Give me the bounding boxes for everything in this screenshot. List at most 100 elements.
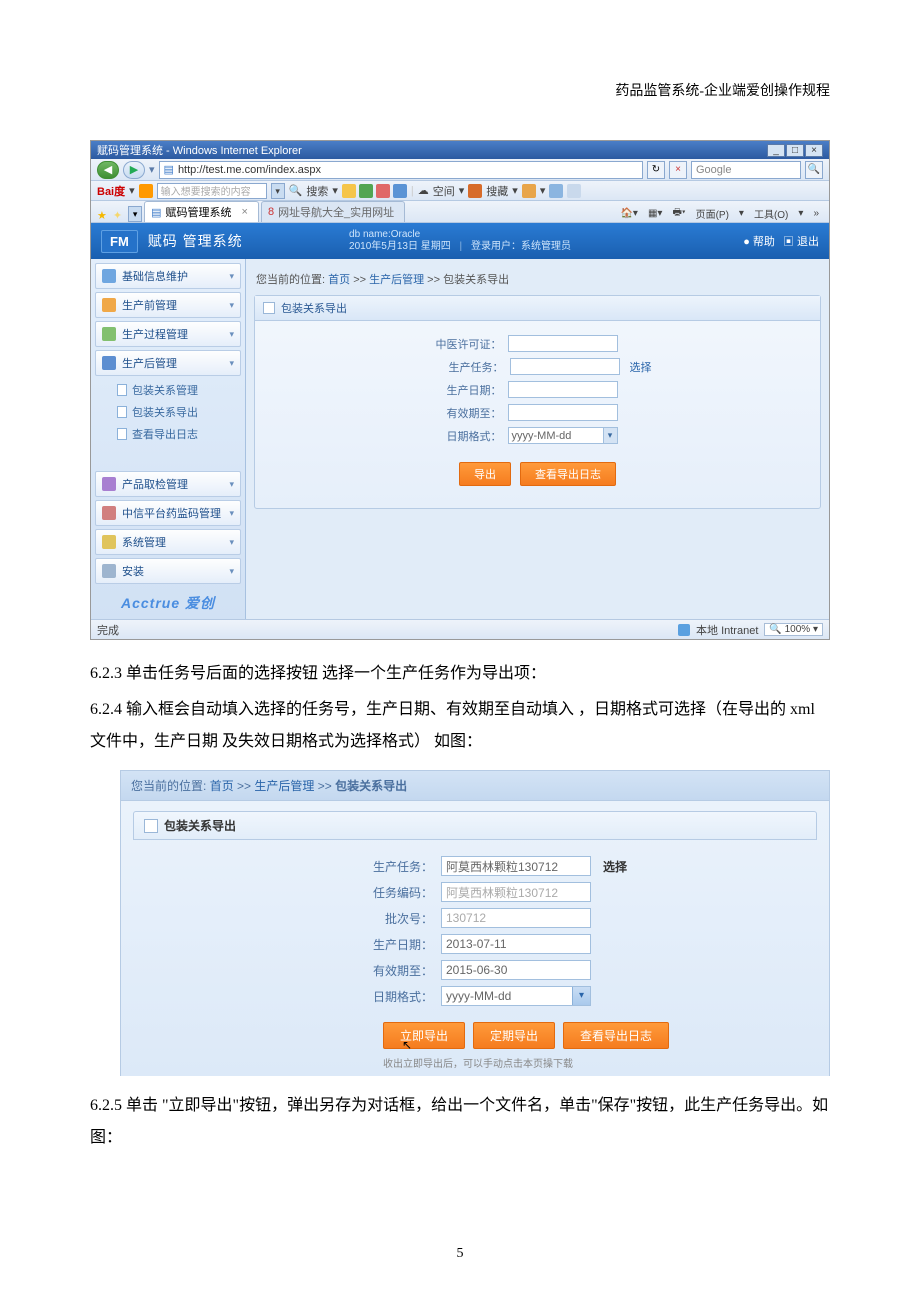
doc-icon	[117, 406, 127, 418]
sidebar-item-sample[interactable]: 产品取检管理	[95, 471, 241, 497]
panel-title: 包装关系导出	[164, 817, 236, 834]
sidebar-item-platform[interactable]: 中信平台药监码管理	[95, 500, 241, 526]
task-input[interactable]	[510, 358, 620, 375]
zoom-level[interactable]: 🔍 100% ▾	[764, 623, 823, 636]
batch-label: 批次号：	[363, 910, 433, 927]
db-name: db name:Oracle	[349, 229, 571, 241]
task-code-input[interactable]: 阿莫西林颗粒130712	[441, 882, 591, 902]
sidebar-item-system[interactable]: 系统管理	[95, 529, 241, 555]
license-input[interactable]	[508, 335, 618, 352]
dropdown-icon[interactable]: ▾	[459, 184, 465, 197]
folder-icon	[102, 327, 116, 341]
date-fmt-select[interactable]: yyyy-MM-dd ▾	[508, 427, 618, 444]
feed-icon[interactable]: ▦▾	[644, 208, 666, 219]
sidebar-item-basic-info[interactable]: 基础信息维护	[95, 263, 241, 289]
sidebar-item-process[interactable]: 生产过程管理	[95, 321, 241, 347]
sidebar-sub-pack-export[interactable]: 包装关系导出	[95, 401, 241, 423]
toolbar-icon[interactable]	[393, 184, 407, 198]
prod-date-label: 生产日期：	[422, 382, 502, 398]
forward-button[interactable]: ▶	[123, 161, 145, 179]
toolbar-icon[interactable]	[567, 184, 581, 198]
brand-logo: Acctrue 爱创	[95, 587, 241, 619]
dropdown-icon[interactable]: ▾	[603, 428, 617, 443]
help-button[interactable]: ● 帮助	[743, 233, 775, 249]
window-titlebar: 赋码管理系统 - Windows Internet Explorer _ □ ×	[91, 141, 829, 159]
view-log-button[interactable]: 查看导出日志	[520, 462, 616, 486]
task-code-label: 任务编码：	[363, 884, 433, 901]
toolbar-icon[interactable]	[376, 184, 390, 198]
refresh-button[interactable]: ↻	[647, 161, 665, 179]
task-input[interactable]: 阿莫西林颗粒130712	[441, 856, 591, 876]
toolbar-icon[interactable]	[342, 184, 356, 198]
prod-date-input[interactable]: 2013-07-11	[441, 934, 591, 954]
tab-active[interactable]: ▤ 赋码管理系统 ×	[144, 201, 259, 222]
baidu-space-label[interactable]: 空间	[433, 183, 455, 199]
logout-button[interactable]: ▣ 退出	[783, 233, 819, 249]
baidu-search-input[interactable]: 输入想要搜索的内容	[157, 183, 267, 199]
export-button[interactable]: 导出	[459, 462, 511, 486]
search-button[interactable]: 🔍	[805, 161, 823, 179]
prod-date-input[interactable]	[508, 381, 618, 398]
favorites-icon[interactable]: ★	[97, 209, 107, 222]
minimize-button[interactable]: _	[767, 144, 785, 157]
baidu-search-label[interactable]: 搜索	[306, 183, 328, 199]
screenshot-export-form: 您当前的位置: 首页 >> 生产后管理 >> 包装关系导出 包装关系导出 生产任…	[120, 770, 830, 1076]
nav-toolbar: ◀ ▶ ▾ ▤ http://test.me.com/index.aspx ↻ …	[91, 159, 829, 181]
sidebar-sub-pack-manage[interactable]: 包装关系管理	[95, 379, 241, 401]
select-button[interactable]: 选择	[630, 359, 652, 375]
select-button[interactable]: 选择	[603, 858, 627, 875]
close-tab-icon[interactable]: ×	[242, 206, 248, 218]
baidu-fav-label[interactable]: 搜藏	[486, 183, 508, 199]
breadcrumb-home[interactable]: 首页	[210, 779, 234, 793]
toolbar-icon[interactable]	[359, 184, 373, 198]
zone-text: 本地 Intranet	[696, 622, 758, 638]
dropdown-icon[interactable]: ▾	[128, 206, 142, 222]
back-button[interactable]: ◀	[97, 161, 119, 179]
scheduled-export-button[interactable]: 定期导出	[473, 1022, 555, 1049]
chevron-icon[interactable]: »	[809, 208, 823, 219]
prod-date-label: 生产日期：	[363, 936, 433, 953]
page-menu[interactable]: 页面(P)	[692, 206, 733, 221]
print-icon[interactable]: 🖶▾	[668, 205, 689, 222]
home-icon[interactable]: 🏠▾	[616, 208, 641, 219]
page-icon: ▤	[151, 206, 161, 219]
dropdown-icon[interactable]: ▾	[271, 183, 285, 199]
maximize-button[interactable]: □	[786, 144, 804, 157]
expiry-input[interactable]	[508, 404, 618, 421]
export-now-button[interactable]: 立即导出 ↖	[383, 1022, 465, 1049]
sidebar-item-install[interactable]: 安装	[95, 558, 241, 584]
dropdown-icon[interactable]: ▾	[332, 184, 338, 197]
breadcrumb-home[interactable]: 首页	[328, 274, 350, 286]
date-fmt-select[interactable]: yyyy-MM-dd ▾	[441, 986, 591, 1006]
cloud-icon[interactable]: ☁	[418, 184, 429, 197]
toolbar-icon[interactable]	[522, 184, 536, 198]
close-button[interactable]: ×	[805, 144, 823, 157]
main-content: 您当前的位置: 首页 >> 生产后管理 >> 包装关系导出 包装关系导出 中医许…	[246, 259, 829, 619]
sidebar-sub-label: 包装关系导出	[132, 404, 198, 420]
favorites-icon[interactable]: ✦	[113, 209, 122, 222]
expiry-input[interactable]: 2015-06-30	[441, 960, 591, 980]
zoom-value: 100%	[785, 624, 811, 635]
dropdown-icon[interactable]: ▾	[149, 163, 155, 176]
sidebar-sub-export-log[interactable]: 查看导出日志	[95, 423, 241, 445]
toolbar-icon[interactable]	[468, 184, 482, 198]
sidebar-item-pre-production[interactable]: 生产前管理	[95, 292, 241, 318]
dropdown-icon[interactable]: ▾	[572, 987, 590, 1005]
tab-inactive[interactable]: 8 网址导航大全_实用网址	[261, 201, 405, 222]
address-bar[interactable]: ▤ http://test.me.com/index.aspx	[159, 161, 643, 179]
view-log-button[interactable]: 查看导出日志	[563, 1022, 669, 1049]
dropdown-icon[interactable]: ▾	[129, 184, 135, 197]
search-icon[interactable]: 🔍	[289, 184, 303, 197]
dropdown-icon[interactable]: ▾	[540, 184, 546, 197]
app-title: 赋码 管理系统	[148, 231, 243, 251]
breadcrumb-l1[interactable]: 生产后管理	[369, 274, 424, 286]
batch-input[interactable]: 130712	[441, 908, 591, 928]
status-bar: 完成 本地 Intranet 🔍 100% ▾	[91, 619, 829, 639]
breadcrumb-l1[interactable]: 生产后管理	[254, 779, 314, 793]
toolbar-icon[interactable]	[549, 184, 563, 198]
stop-button[interactable]: ×	[669, 161, 687, 179]
dropdown-icon[interactable]: ▾	[512, 184, 518, 197]
search-box[interactable]: Google	[691, 161, 801, 179]
tools-menu[interactable]: 工具(O)	[750, 206, 792, 221]
sidebar-item-post-production[interactable]: 生产后管理	[95, 350, 241, 376]
